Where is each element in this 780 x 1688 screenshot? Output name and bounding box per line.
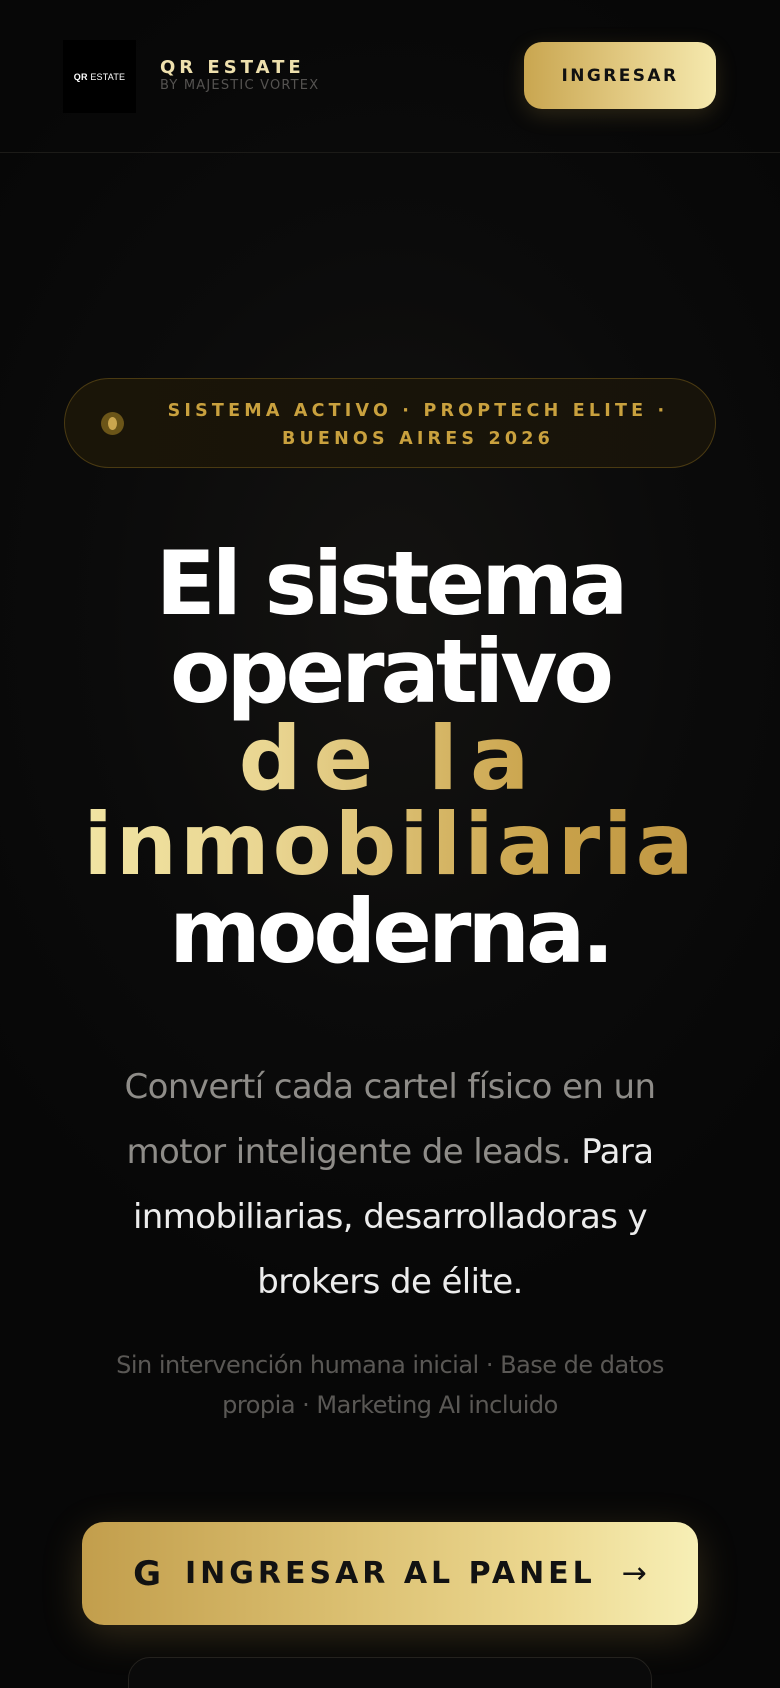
google-icon: G: [133, 1553, 161, 1594]
headline-gold-line-2: inmobiliaria: [0, 802, 780, 888]
enter-panel-label: INGRESAR AL PANEL: [184, 1556, 596, 1591]
headline-line-5: moderna.: [169, 880, 615, 983]
logo[interactable]: QR ESTATE: [63, 40, 136, 113]
hero-headline: El sistema operativo de la inmobiliaria …: [0, 540, 780, 976]
status-text: SISTEMA ACTIVO · PROPTECH ELITE · BUENOS…: [167, 401, 669, 449]
logo-text: QR ESTATE: [73, 71, 126, 82]
arrow-right-icon: →: [621, 1556, 647, 1591]
headline-line-2: operativo: [170, 620, 614, 723]
brand-block: QR ESTATE BY MAJESTIC VORTEX: [160, 58, 319, 94]
secondary-button-partial[interactable]: [128, 1657, 652, 1688]
hero-subtext: Sin intervención humana inicial · Base d…: [116, 1351, 664, 1419]
brand-name: QR ESTATE: [160, 57, 305, 78]
hero-description: Convertí cada cartel físico en un motor …: [80, 1055, 700, 1315]
status-badge: SISTEMA ACTIVO · PROPTECH ELITE · BUENOS…: [64, 378, 716, 468]
description-muted: Convertí cada cartel físico en un motor …: [124, 1067, 657, 1172]
status-dot-icon: [101, 412, 124, 435]
login-button[interactable]: INGRESAR: [524, 42, 716, 109]
top-header: QR ESTATE QR ESTATE BY MAJESTIC VORTEX I…: [0, 0, 780, 153]
brand-subtitle: BY MAJESTIC VORTEX: [160, 78, 320, 93]
headline-gold-line-1: de la: [0, 715, 780, 803]
headline-line-1: El sistema: [155, 532, 629, 635]
enter-panel-button[interactable]: G INGRESAR AL PANEL →: [82, 1522, 698, 1625]
